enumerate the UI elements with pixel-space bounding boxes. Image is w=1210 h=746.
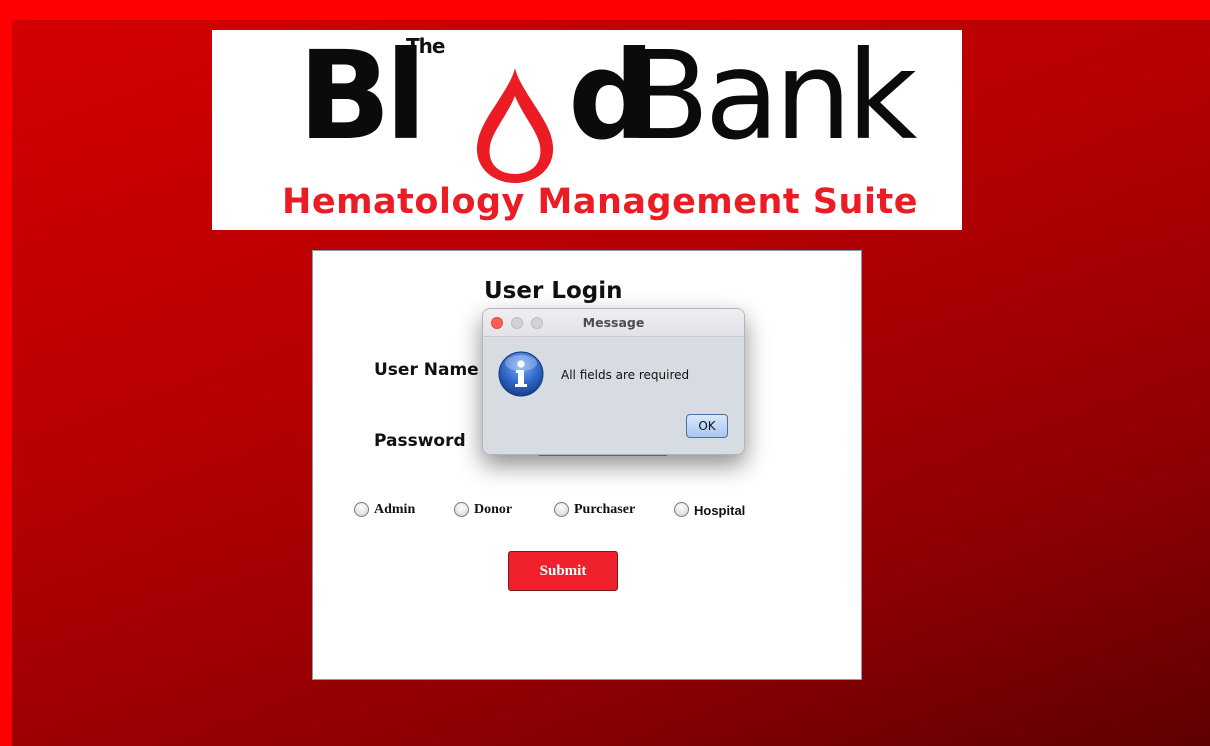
blood-drop-icon [476, 68, 554, 183]
radio-admin[interactable] [354, 502, 369, 517]
submit-button[interactable]: Submit [508, 551, 618, 591]
dialog-message: All fields are required [561, 368, 690, 382]
login-title: User Login [484, 278, 623, 304]
radio-hospital-label[interactable]: Hospital [694, 503, 745, 518]
radio-purchaser-label[interactable]: Purchaser [574, 502, 635, 518]
ok-button[interactable]: OK [686, 414, 728, 438]
radio-admin-label[interactable]: Admin [374, 502, 415, 518]
message-dialog: Message All fields are required OK [482, 308, 745, 455]
logo-word-bl: Bl [298, 25, 427, 167]
radio-donor[interactable] [454, 502, 469, 517]
dialog-titlebar[interactable]: Message [483, 309, 744, 337]
info-icon [498, 351, 544, 397]
dialog-title: Message [582, 315, 645, 330]
logo-word-bank: Bank [626, 25, 917, 167]
banner-subtitle: Hematology Management Suite [282, 182, 918, 222]
window-left-edge [0, 0, 12, 746]
username-label: User Name [374, 360, 479, 380]
password-label: Password [374, 431, 466, 451]
radio-hospital[interactable] [674, 502, 689, 517]
dialog-body: All fields are required OK [483, 338, 744, 454]
radio-purchaser[interactable] [554, 502, 569, 517]
radio-donor-label[interactable]: Donor [474, 502, 512, 518]
